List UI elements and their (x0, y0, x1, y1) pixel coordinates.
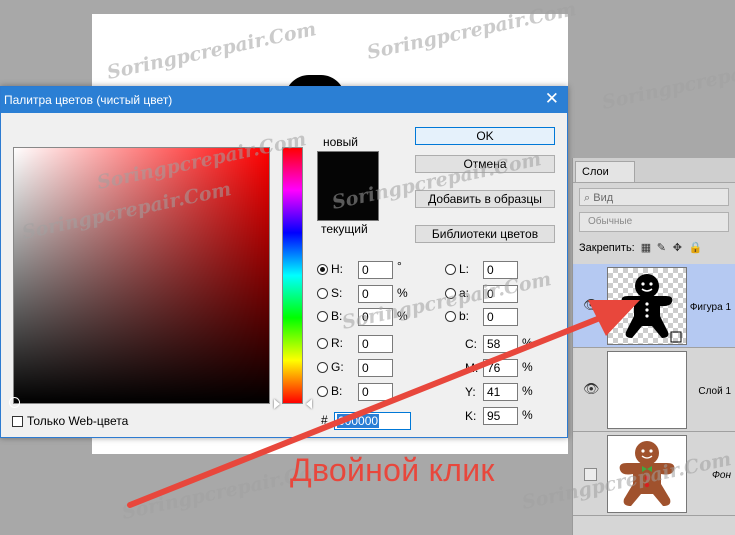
lightness-radio[interactable] (445, 264, 456, 275)
key-black-label: K: (465, 409, 477, 423)
watermark-text: Soringpcrepair.Com (600, 48, 735, 114)
checkbox-box[interactable] (12, 415, 23, 427)
dialog-title: Палитра цветов (чистый цвет) (4, 93, 173, 107)
yellow-input[interactable]: 41 (483, 383, 518, 401)
search-icon: ⌕ (584, 192, 591, 204)
brush-icon[interactable]: ✎ (657, 243, 667, 254)
tab-layers[interactable]: Слои (575, 161, 635, 182)
new-color-label: новый (323, 135, 359, 149)
red-input[interactable]: 0 (358, 335, 393, 353)
eye-icon[interactable]: 👁 (583, 298, 600, 312)
hue-unit: ° (397, 259, 402, 273)
saturation-input[interactable]: 0 (358, 285, 393, 303)
current-color-label: текущий (321, 222, 368, 236)
move-icon[interactable]: ✥ (673, 243, 683, 254)
lock-icon[interactable]: 🔒 (689, 243, 703, 254)
key-black-input[interactable]: 95 (483, 407, 518, 425)
yellow-unit: % (522, 384, 533, 398)
cyan-input[interactable]: 58 (483, 335, 518, 353)
add-to-swatches-button[interactable]: Добавить в образцы (415, 190, 555, 208)
ok-button[interactable]: OK (415, 127, 555, 145)
layer-name: Слой 1 (698, 386, 731, 397)
magenta-input[interactable]: 76 (483, 359, 518, 377)
blue-label: B: (331, 384, 343, 398)
hue-slider[interactable] (282, 147, 303, 404)
color-field[interactable] (9, 147, 270, 408)
green-input[interactable]: 0 (358, 359, 393, 377)
yellow-label: Y: (465, 385, 476, 399)
color-field-marker[interactable] (9, 397, 20, 408)
blue-input[interactable]: 0 (358, 383, 393, 401)
red-radio[interactable] (317, 338, 328, 349)
layer-thumbnail[interactable] (607, 351, 687, 429)
b-channel-input[interactable]: 0 (483, 308, 518, 326)
hue-label: H: (331, 262, 343, 276)
saturation-label: S: (331, 286, 343, 300)
layer-filter-placeholder: Вид (593, 192, 614, 204)
saturation-radio[interactable] (317, 288, 328, 299)
layer-filter-input[interactable]: ⌕ Вид (579, 188, 729, 206)
layer-row-figure1[interactable]: 👁 Фигура 1 (573, 264, 735, 348)
cyan-unit: % (522, 336, 533, 350)
web-colors-only-checkbox[interactable]: Только Web-цвета (12, 414, 128, 428)
blend-mode-select[interactable]: Обычные (579, 212, 729, 232)
hex-value: 000000 (337, 414, 380, 428)
lock-transparency-icon[interactable]: ▦ (641, 243, 651, 254)
layers-tabbar: Слои (573, 158, 735, 183)
key-black-unit: % (522, 408, 533, 422)
layer-row-layer1[interactable]: 👁 Слой 1 (573, 348, 735, 432)
hue-input[interactable]: 0 (358, 261, 393, 279)
hue-slider-right-handle-icon[interactable] (306, 399, 312, 409)
red-label: R: (331, 336, 343, 350)
green-label: G: (331, 360, 344, 374)
lock-toolbar: Закрепить: ▦ ✎ ✥ 🔒 (579, 242, 703, 254)
blue-radio[interactable] (317, 386, 328, 397)
dialog-titlebar[interactable]: Палитра цветов (чистый цвет) ✕ (1, 87, 567, 113)
double-click-annotation: Двойной клик (290, 452, 495, 488)
b-channel-radio[interactable] (445, 311, 456, 322)
layer-name: Фигура 1 (689, 302, 731, 313)
color-libraries-button[interactable]: Библиотеки цветов (415, 225, 555, 243)
lock-label: Закрепить: (579, 242, 635, 254)
hue-radio[interactable] (317, 264, 328, 275)
eye-icon[interactable]: 👁 (583, 382, 600, 396)
hex-input[interactable]: 000000 (334, 412, 411, 430)
cyan-label: C: (465, 337, 477, 351)
hex-label: # (321, 413, 328, 427)
brightness-radio[interactable] (317, 311, 328, 322)
layer-thumbnail[interactable] (607, 267, 687, 345)
gingerbread-silhouette-icon (621, 274, 682, 343)
web-colors-only-label: Только Web-цвета (27, 414, 129, 428)
close-icon[interactable]: ✕ (545, 90, 559, 108)
green-radio[interactable] (317, 362, 328, 373)
b-channel-label: b: (459, 309, 470, 323)
magenta-unit: % (522, 360, 533, 374)
magenta-label: M: (465, 361, 479, 375)
lightness-label: L: (459, 262, 470, 276)
hue-slider-left-handle-icon[interactable] (274, 399, 280, 409)
